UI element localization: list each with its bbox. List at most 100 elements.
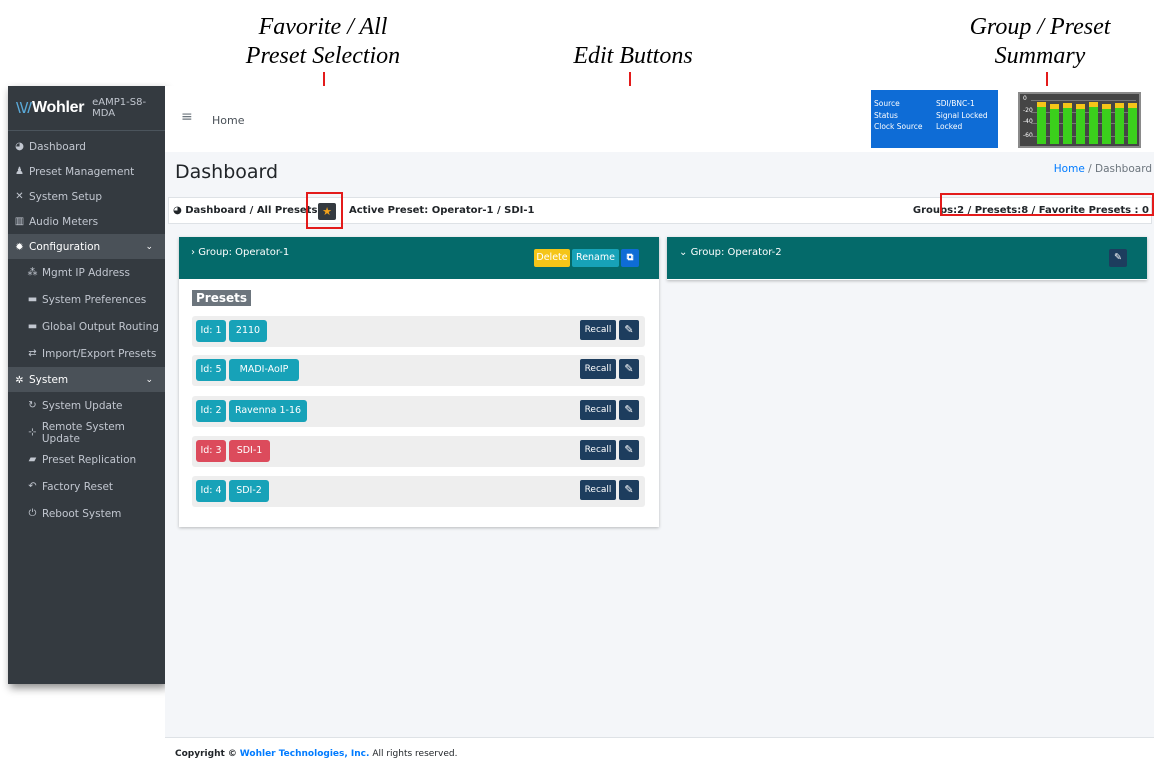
preset-edit-button[interactable]: ✎ [619, 359, 639, 379]
cogs-icon: ✲ [15, 374, 24, 386]
meter-peak-indicator [1089, 102, 1098, 107]
top-home-link[interactable]: Home [212, 114, 244, 127]
meter-peak-indicator [1102, 104, 1111, 109]
project-diagram-icon: ⊹ [28, 427, 37, 438]
company-link[interactable]: Wohler Technologies, Inc. [240, 749, 370, 759]
sidebar-item-preset-management[interactable]: ♟ Preset Management [8, 159, 165, 184]
sidebar-item-label: Preset Replication [42, 453, 137, 466]
breadcrumb: Home / Dashboard [1054, 163, 1152, 175]
status-row: Clock Source Locked [874, 121, 998, 133]
group-header[interactable]: ⌄ Group: Operator-2 ✎ [667, 237, 1147, 279]
preset-row[interactable]: Id: 1 2110 Recall ✎ [192, 316, 645, 347]
delete-group-button[interactable]: Delete [534, 249, 570, 267]
preset-row-active[interactable]: Id: 3 SDI-1 Recall ✎ [192, 436, 645, 467]
tools-icon: ✕ [15, 191, 24, 202]
group-card-operator-2: ⌄ Group: Operator-2 ✎ [667, 237, 1147, 280]
edit-icon: ⧉ [626, 252, 634, 263]
edit-annotation: Edit Buttons [540, 42, 726, 71]
preset-row[interactable]: Id: 5 MADI-AoIP Recall ✎ [192, 355, 645, 386]
recall-button[interactable]: Recall [580, 400, 616, 420]
meter-channel-bar [1089, 102, 1098, 144]
sidebar-item-system-preferences[interactable]: ▬ System Preferences [8, 286, 165, 313]
footer: Copyright © Wohler Technologies, Inc. Al… [165, 737, 1154, 762]
preset-edit-button[interactable]: ✎ [619, 400, 639, 420]
sidebar-item-remote-system-update[interactable]: ⊹ Remote System Update [8, 419, 165, 446]
brand[interactable]: \\// Wohler eAMP1-S8-MDA [8, 86, 165, 131]
recall-button[interactable]: Recall [580, 359, 616, 379]
meter-channel-bar [1128, 103, 1137, 144]
sidebar-item-system-setup[interactable]: ✕ System Setup [8, 184, 165, 209]
sidebar-item-factory-reset[interactable]: ↶ Factory Reset [8, 473, 165, 500]
sidebar-item-global-output-routing[interactable]: ▬ Global Output Routing [8, 313, 165, 340]
preset-edit-button[interactable]: ✎ [619, 440, 639, 460]
edit-icon: ✎ [624, 443, 634, 456]
favorite-annotation-line1: Favorite / All [258, 14, 388, 40]
group-edit-button[interactable]: ✎ [1109, 249, 1127, 267]
edit-annotation-text: Edit Buttons [573, 43, 693, 69]
status-value: SDI/BNC-1 [936, 99, 975, 108]
dashboard-view-text: Dashboard / All Presets [185, 205, 318, 216]
group-title: › Group: Operator-1 [191, 247, 289, 258]
group-edit-button[interactable]: ⧉ [621, 249, 639, 267]
audio-level-meter[interactable]: 0 -20 -40 -60 [1018, 92, 1141, 148]
summary-highlight-box [940, 193, 1154, 216]
recall-button[interactable]: Recall [580, 480, 616, 500]
breadcrumb-home-link[interactable]: Home [1054, 163, 1085, 175]
group-card-operator-1: › Group: Operator-1 Delete Rename ⧉ Pres… [179, 237, 659, 527]
dashboard-icon: ◕ [173, 205, 186, 216]
edit-icon: ✎ [624, 483, 634, 496]
meter-peak-indicator [1115, 103, 1124, 108]
preset-row[interactable]: Id: 2 Ravenna 1-16 Recall ✎ [192, 396, 645, 427]
sidebar-section-configuration[interactable]: ✹ Configuration ⌄ [8, 234, 165, 259]
preset-name-badge: Ravenna 1-16 [229, 400, 307, 422]
rights-text: All rights reserved. [372, 749, 458, 759]
sidebar-item-system-update[interactable]: ↻ System Update [8, 392, 165, 419]
preset-row[interactable]: Id: 4 SDI-2 Recall ✎ [192, 476, 645, 507]
meter-channel-bar [1102, 104, 1111, 144]
group-header[interactable]: › Group: Operator-1 Delete Rename ⧉ [179, 237, 659, 279]
recall-button[interactable]: Recall [580, 320, 616, 340]
sidebar-item-preset-replication[interactable]: ▰ Preset Replication [8, 446, 165, 473]
network-icon: ⁂ [27, 267, 38, 278]
status-row: Source SDI/BNC-1 [874, 98, 998, 110]
sync-icon: ↻ [28, 400, 37, 411]
preset-id-badge: Id: 4 [196, 480, 226, 502]
sidebar-item-audio-meters[interactable]: ▥ Audio Meters [8, 209, 165, 234]
breadcrumb-separator: / [1088, 163, 1092, 175]
edit-icon: ✎ [624, 323, 634, 336]
summary-annotation-line2: Summary [994, 43, 1086, 69]
sidebar-item-label: Mgmt IP Address [42, 266, 130, 279]
sidebar-item-reboot-system[interactable]: ⏻ Reboot System [8, 500, 165, 527]
sidebar-section-system[interactable]: ✲ System ⌄ [8, 367, 165, 392]
group-name: Group: Operator-1 [198, 247, 290, 258]
chevron-down-icon: ⌄ [145, 241, 153, 252]
sidebar-item-import-export-presets[interactable]: ⇄ Import/Export Presets [8, 340, 165, 367]
meter-channel-bar [1037, 102, 1046, 144]
preset-id-badge: Id: 1 [196, 320, 226, 342]
chart-icon: ▥ [14, 216, 25, 227]
active-preset-label: Active Preset: Operator-1 / SDI-1 [349, 205, 535, 216]
dashboard-view-label: ◕ Dashboard / All Presets [173, 205, 317, 216]
sidebar-item-dashboard[interactable]: ◕ Dashboard [8, 134, 165, 159]
recall-button[interactable]: Recall [580, 440, 616, 460]
meter-channel-bar [1063, 103, 1072, 144]
sidebar-item-label: System Update [42, 399, 123, 412]
preset-name-badge: SDI-1 [229, 440, 270, 462]
sidebar-item-label: Reboot System [42, 507, 122, 520]
sidebar-item-mgmt-ip-address[interactable]: ⁂ Mgmt IP Address [8, 259, 165, 286]
rename-group-button[interactable]: Rename [572, 249, 619, 267]
meter-channel-bar [1115, 103, 1124, 144]
meter-peak-indicator [1063, 103, 1072, 108]
favorite-highlight-box [306, 192, 343, 229]
sidebar: \\// Wohler eAMP1-S8-MDA ◕ Dashboard ♟ Pre… [8, 86, 165, 684]
signal-status-panel: Source SDI/BNC-1 Status Signal Locked Cloc… [871, 90, 998, 148]
preset-edit-button[interactable]: ✎ [619, 480, 639, 500]
meter-peak-indicator [1128, 103, 1137, 108]
sidebar-item-label: Audio Meters [29, 215, 99, 228]
power-icon: ⏻ [28, 508, 37, 519]
gear-icon: ✹ [15, 241, 24, 253]
hamburger-menu-icon[interactable]: ≡ [181, 109, 193, 125]
edit-icon: ✎ [624, 362, 634, 375]
preset-id-badge: Id: 5 [196, 359, 226, 381]
preset-edit-button[interactable]: ✎ [619, 320, 639, 340]
